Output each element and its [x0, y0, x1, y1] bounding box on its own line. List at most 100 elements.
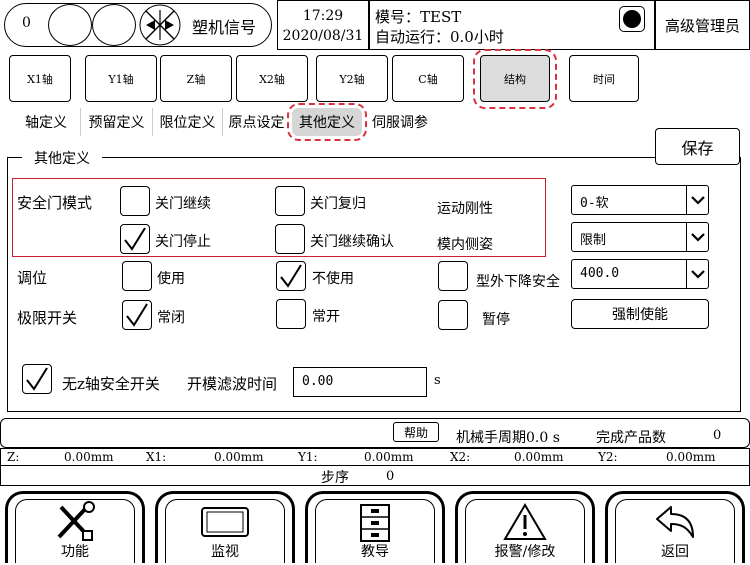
cycle-time: 机械手周期0.0 s [456, 430, 560, 446]
subtab-servo-tuning[interactable]: 伺服调参 [366, 108, 434, 136]
alarm-edit-label: 报警/修改 [494, 544, 556, 560]
step-bar [0, 466, 750, 486]
tools-icon [57, 501, 95, 541]
in-mold-lateral-value: 限制 [580, 233, 607, 248]
clock-date: 2020/08/31 [282, 28, 364, 44]
adjust-not-use-label: 不使用 [312, 271, 354, 287]
cabinet-icon [360, 504, 390, 542]
subtab-other-definition[interactable]: 其他定义 [292, 108, 362, 136]
tab-c-axis[interactable]: C轴 [392, 55, 464, 102]
x1-axis-label: X1: [146, 450, 167, 464]
outside-descent-select[interactable]: 400.0 [571, 259, 709, 289]
chevron-down-icon [686, 260, 708, 288]
monitor-icon [201, 507, 249, 537]
tab-structure[interactable]: 结构 [480, 55, 550, 102]
y2-axis-label: Y2: [598, 450, 618, 464]
z-axis-value: 0.00mm [64, 450, 114, 464]
checkmark-icon [280, 264, 302, 288]
limit-nc-checkbox[interactable] [122, 300, 152, 330]
panel-title: 其他定义 [22, 148, 102, 168]
no-z-safety-checkbox[interactable] [22, 364, 52, 394]
signal-circle-1 [48, 4, 92, 46]
y2-axis-value: 0.00mm [666, 450, 716, 464]
y1-axis-value: 0.00mm [364, 450, 414, 464]
close-reset-checkbox[interactable] [275, 186, 305, 216]
close-continue-checkbox[interactable] [120, 186, 150, 216]
close-continue-confirm-checkbox[interactable] [275, 224, 305, 254]
checkmark-icon [124, 227, 146, 251]
products-label: 完成产品数 [596, 430, 666, 446]
checkmark-icon [126, 303, 148, 327]
motion-rigidity-select[interactable]: 0-软 [571, 185, 709, 215]
function-button[interactable]: 功能 [5, 491, 145, 563]
adjust-use-checkbox[interactable] [122, 261, 152, 291]
x2-axis-label: X2: [450, 450, 471, 464]
close-reset-label: 关门复归 [310, 196, 366, 212]
subtab-axis-definition[interactable]: 轴定义 [12, 108, 80, 136]
motion-rigidity-value: 0-软 [580, 196, 609, 211]
subtab-limit-definition[interactable]: 限位定义 [152, 108, 222, 136]
tab-z-axis[interactable]: Z轴 [160, 55, 232, 102]
mold-filter-unit: s [434, 373, 441, 388]
mold-filter-input[interactable]: 0.00 [293, 367, 427, 397]
limit-no-label: 常开 [312, 309, 340, 325]
step-value: 0 [386, 469, 395, 484]
subtab-origin-setting[interactable]: 原点设定 [222, 108, 290, 136]
no-z-safety-label: 无z轴安全开关 [62, 375, 160, 393]
products-value: 0 [713, 428, 722, 443]
outside-descent-label: 型外下降安全 [476, 274, 560, 290]
limit-pause-checkbox[interactable] [438, 300, 468, 330]
tab-time[interactable]: 时间 [569, 55, 639, 102]
return-label: 返回 [661, 544, 689, 560]
adjust-not-use-checkbox[interactable] [276, 261, 306, 291]
outside-descent-checkbox[interactable] [438, 261, 468, 291]
in-mold-lateral-label: 模内侧姿 [437, 237, 493, 253]
auto-run-label: 自动运行：0.0小时 [375, 28, 504, 46]
z-axis-label: Z: [7, 450, 20, 464]
chevron-down-icon [686, 186, 708, 214]
close-continue-label: 关门继续 [155, 196, 211, 212]
alarm-edit-button[interactable]: 报警/修改 [455, 491, 595, 563]
x1-axis-value: 0.00mm [214, 450, 264, 464]
adjust-use-label: 使用 [157, 271, 185, 287]
close-stop-label: 关门停止 [155, 234, 211, 250]
brand-label: 塑机信号 [192, 18, 257, 37]
close-continue-confirm-label: 关门继续确认 [310, 234, 394, 250]
limit-switch-label: 极限开关 [17, 309, 78, 327]
limit-no-checkbox[interactable] [276, 299, 306, 329]
motion-rigidity-label: 运动刚性 [437, 201, 493, 217]
subtab-reserved-definition[interactable]: 预留定义 [80, 108, 152, 136]
mold-label: 模号：TEST [375, 8, 462, 26]
clock-time: 17:29 [302, 8, 344, 24]
close-stop-checkbox[interactable] [120, 224, 150, 254]
help-button[interactable]: 帮助 [393, 422, 439, 442]
in-mold-lateral-select[interactable]: 限制 [571, 222, 709, 252]
teach-label: 教导 [361, 544, 389, 560]
y1-axis-label: Y1: [298, 450, 318, 464]
function-label: 功能 [61, 544, 89, 560]
limit-nc-label: 常闭 [157, 310, 185, 326]
safety-door-label: 安全门模式 [17, 194, 93, 212]
user-level[interactable]: 高级管理员 [655, 15, 750, 36]
tab-x2-axis[interactable]: X2轴 [236, 55, 308, 102]
tab-x1-axis[interactable]: X1轴 [9, 55, 71, 102]
run-indicator [619, 6, 645, 32]
force-enable-button[interactable]: 强制使能 [571, 299, 709, 329]
checkmark-icon [26, 367, 48, 391]
tab-y1-axis[interactable]: Y1轴 [85, 55, 157, 102]
limit-pause-label: 暂停 [482, 312, 510, 328]
mold-filter-label: 开模滤波时间 [187, 375, 278, 393]
x2-axis-value: 0.00mm [514, 450, 564, 464]
mold-signal-icon [138, 4, 182, 46]
return-button[interactable]: 返回 [605, 491, 745, 563]
return-arrow-icon [656, 506, 694, 538]
warning-icon [503, 503, 547, 540]
adjust-label: 调位 [17, 269, 48, 287]
signal-circle-2 [92, 4, 136, 46]
outside-descent-value: 400.0 [580, 266, 620, 281]
save-button[interactable]: 保存 [655, 128, 740, 165]
monitor-label: 监视 [211, 544, 239, 560]
teach-button[interactable]: 教导 [305, 491, 445, 563]
tab-y2-axis[interactable]: Y2轴 [316, 55, 388, 102]
monitor-button[interactable]: 监视 [155, 491, 295, 563]
